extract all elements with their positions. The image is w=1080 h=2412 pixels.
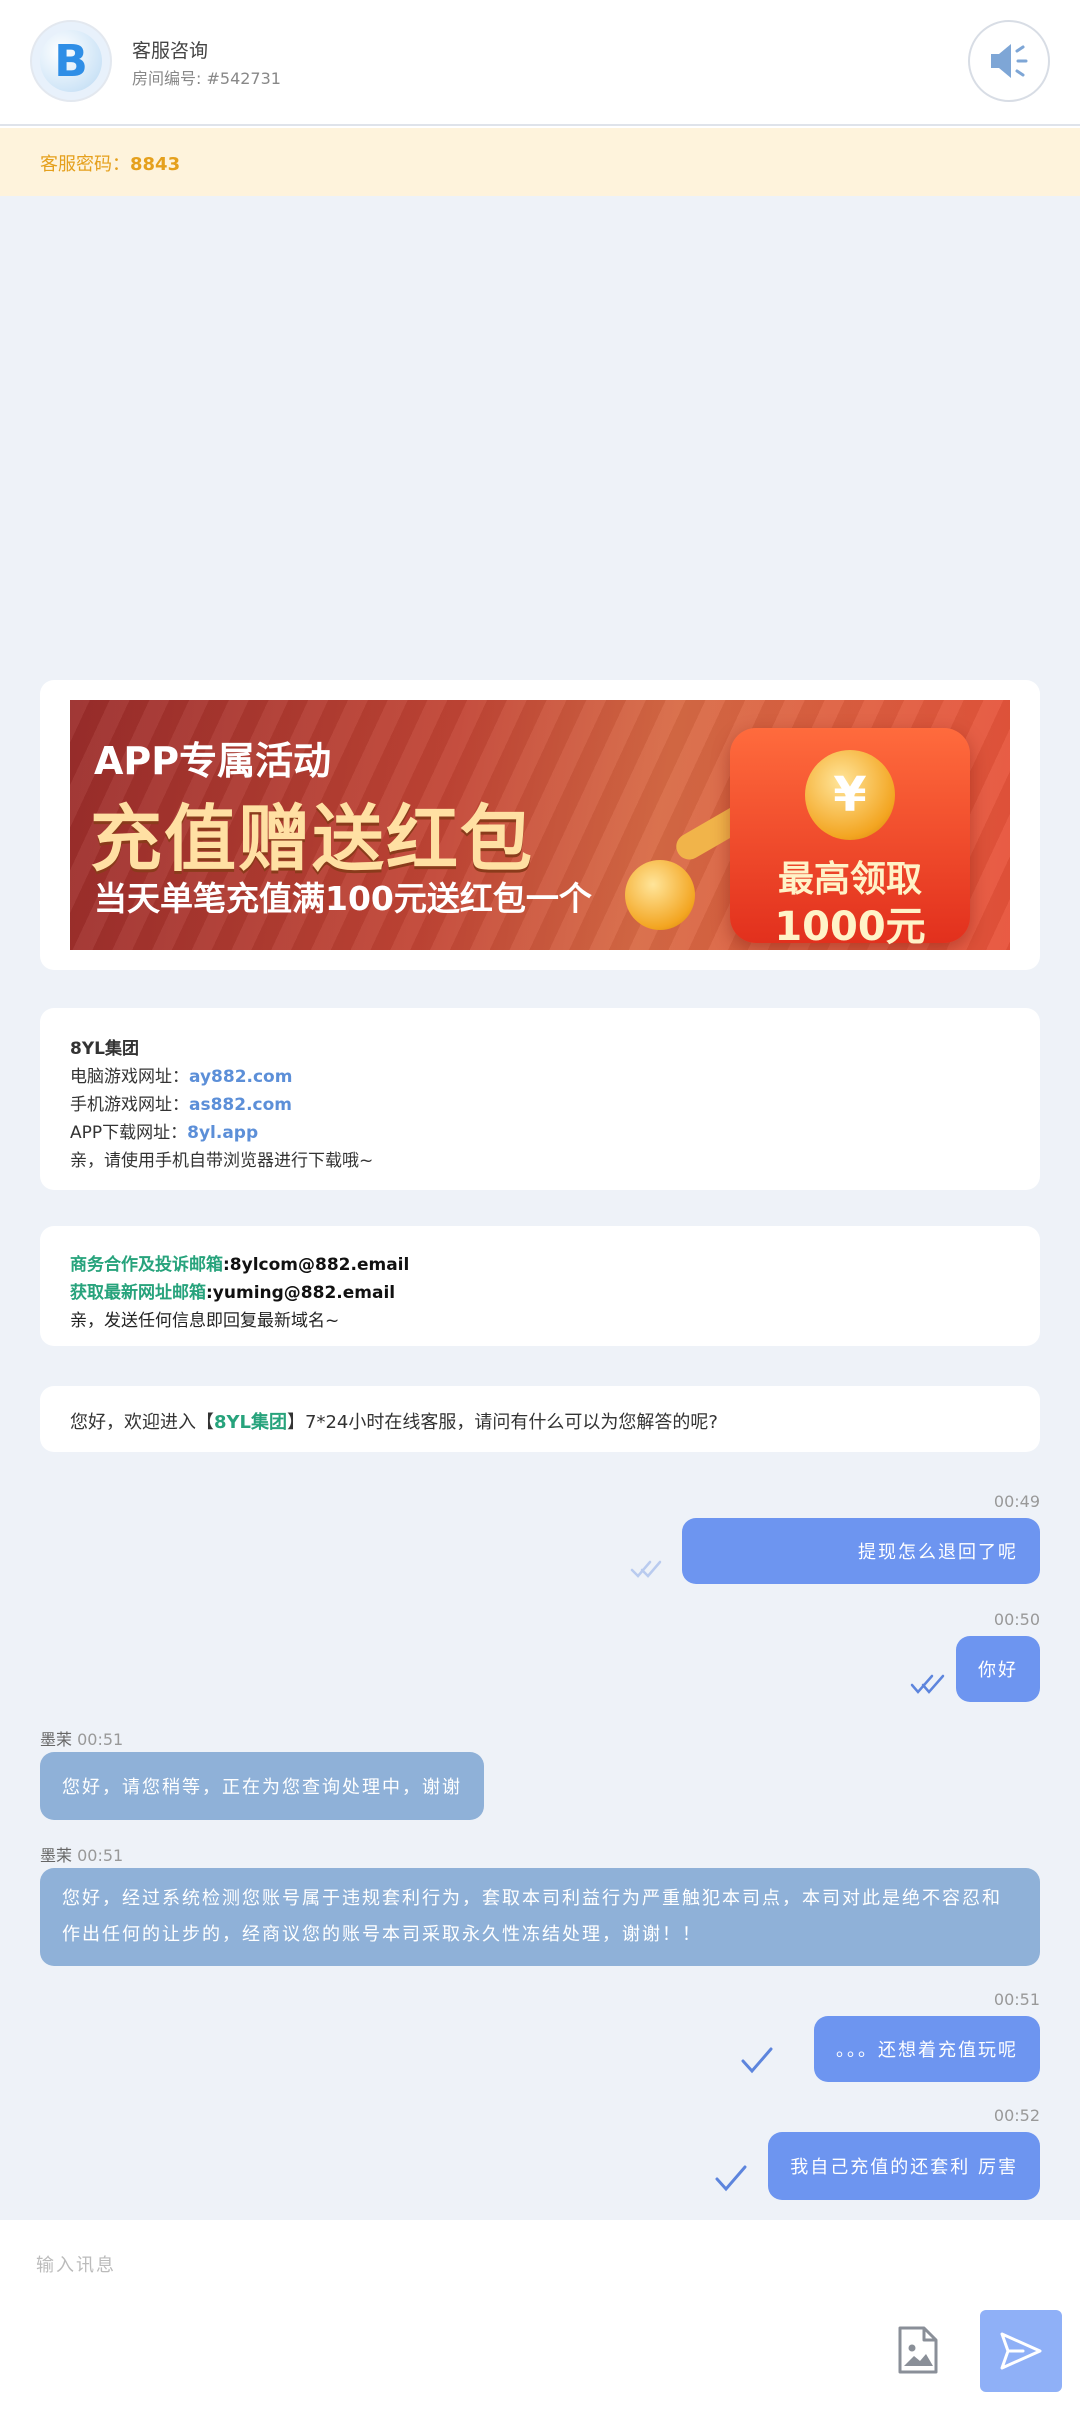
image-file-icon [898, 2326, 938, 2374]
sound-toggle-button[interactable] [968, 20, 1050, 102]
agent-name: 墨茉 [40, 1846, 73, 1865]
biz-email-value: :8ylcom@882.email [223, 1255, 410, 1275]
app-url-label: APP下载网址： [70, 1123, 188, 1143]
email-note: 亲，发送任何信息即回复最新域名~ [70, 1311, 340, 1331]
latest-email-value: :yuming@882.email [206, 1283, 396, 1303]
message-text: 您好，经过系统检测您账号属于违规套利行为，套取本司利益行为严重触犯本司点，本司对… [62, 1888, 1002, 1945]
app-url-row: APP下载网址：8yl.app [70, 1118, 258, 1143]
message-text: 你好 [978, 1660, 1018, 1681]
message-text: 。。。还想着充值玩呢 [836, 2040, 1018, 2061]
mobile-url-link[interactable]: as882.com [189, 1095, 292, 1115]
redpack-line2: 1000元 [774, 904, 926, 950]
contact-email-card: 商务合作及投诉邮箱:8ylcom@882.email 获取最新网址邮箱:yumi… [40, 1226, 1040, 1346]
agent-message-meta: 墨茉 00:51 [40, 1842, 123, 1866]
pc-url-row: 电脑游戏网址：ay882.com [70, 1062, 292, 1087]
agent-message-meta: 墨茉 00:51 [40, 1726, 123, 1750]
double-check-icon [910, 1674, 945, 1694]
agent-name: 墨茉 [40, 1730, 73, 1749]
welcome-pre: 您好，欢迎进入【 [70, 1412, 214, 1433]
chat-messages-area[interactable]: APP专属活动 充值赠送红包 当天单笔充值满100元送红包一个 ¥ 最高领取 1… [0, 196, 1080, 2220]
password-label-text: 客服密码： [40, 154, 130, 175]
page-title: 客服咨询 [132, 40, 209, 62]
user-message-bubble[interactable]: 提现怎么退回了呢 [682, 1518, 1040, 1584]
latest-email-label: 获取最新网址邮箱 [70, 1283, 206, 1303]
welcome-card: 您好，欢迎进入【8YL集团】7*24小时在线客服，请问有什么可以为您解答的呢? [40, 1386, 1040, 1452]
yuan-coin-icon: ¥ [805, 750, 895, 840]
biz-email-label: 商务合作及投诉邮箱 [70, 1255, 223, 1275]
site-info-card: 8YL集团 电脑游戏网址：ay882.com 手机游戏网址：as882.com … [40, 1008, 1040, 1190]
chat-header: B 客服咨询 房间编号: #542731 [0, 0, 1080, 126]
user-message-bubble[interactable]: 我自己充值的还套利 厉害 [768, 2132, 1040, 2200]
banner-coin [625, 860, 695, 930]
message-composer [0, 2220, 1080, 2412]
send-button[interactable] [980, 2310, 1062, 2392]
welcome-post: 】7*24小时在线客服，请问有什么可以为您解答的呢? [287, 1412, 718, 1433]
agent-message-bubble[interactable]: 您好，经过系统检测您账号属于违规套利行为，套取本司利益行为严重触犯本司点，本司对… [40, 1868, 1040, 1966]
pc-url-label: 电脑游戏网址： [70, 1067, 189, 1087]
send-image-button[interactable] [896, 2324, 940, 2376]
user-message-bubble[interactable]: 你好 [956, 1636, 1040, 1702]
message-text: 提现怎么退回了呢 [858, 1542, 1018, 1563]
password-bar: 客服密码：8843 [0, 128, 1080, 196]
room-number: 房间编号: #542731 [132, 69, 281, 88]
banner-headline: 充值赠送红包 [90, 797, 535, 881]
message-time: 00:49 [993, 1492, 1040, 1511]
latest-email-row: 获取最新网址邮箱:yuming@882.email [70, 1278, 395, 1303]
avatar: B [30, 20, 112, 102]
message-time: 00:51 [993, 1990, 1040, 2009]
check-icon [741, 2047, 773, 2074]
welcome-text: 您好，欢迎进入【8YL集团】7*24小时在线客服，请问有什么可以为您解答的呢? [70, 1408, 718, 1434]
biz-email-row: 商务合作及投诉邮箱:8ylcom@882.email [70, 1250, 409, 1275]
download-note: 亲，请使用手机自带浏览器进行下载哦~ [70, 1151, 374, 1171]
message-time: 00:50 [993, 1610, 1040, 1629]
pc-url-link[interactable]: ay882.com [189, 1067, 292, 1087]
promo-banner-card: APP专属活动 充值赠送红包 当天单笔充值满100元送红包一个 ¥ 最高领取 1… [40, 680, 1040, 970]
password-value: 8843 [130, 154, 181, 175]
message-time: 00:51 [77, 1730, 124, 1749]
brand-logo: B [40, 30, 102, 92]
banner-line1: APP专属活动 [94, 739, 332, 783]
avatar-letter: B [54, 35, 88, 87]
password-label: 客服密码：8843 [40, 150, 180, 176]
message-text: 我自己充值的还套利 厉害 [790, 2157, 1018, 2178]
app-url-link[interactable]: 8yl.app [187, 1123, 258, 1143]
message-input[interactable] [36, 2240, 836, 2290]
promo-banner-image[interactable]: APP专属活动 充值赠送红包 当天单笔充值满100元送红包一个 ¥ 最高领取 1… [70, 700, 1010, 950]
banner-line3: 当天单笔充值满100元送红包一个 [94, 879, 592, 918]
mobile-url-row: 手机游戏网址：as882.com [70, 1090, 292, 1115]
welcome-brand: 8YL集团 [214, 1412, 288, 1433]
double-check-icon [630, 1560, 662, 1578]
paper-plane-icon [1000, 2332, 1042, 2370]
mobile-url-label: 手机游戏网址： [70, 1095, 189, 1115]
user-message-bubble[interactable]: 。。。还想着充值玩呢 [814, 2016, 1040, 2082]
message-time: 00:52 [993, 2106, 1040, 2125]
speaker-icon [991, 44, 1028, 78]
message-time: 00:51 [77, 1846, 124, 1865]
check-icon [715, 2165, 747, 2192]
red-envelope: ¥ 最高领取 1000元 [730, 728, 970, 950]
message-text: 您好，请您稍等，正在为您查询处理中，谢谢 [62, 1777, 462, 1798]
coin-symbol: ¥ [833, 767, 867, 823]
group-name: 8YL集团 [70, 1039, 139, 1059]
agent-message-bubble[interactable]: 您好，请您稍等，正在为您查询处理中，谢谢 [40, 1752, 484, 1820]
